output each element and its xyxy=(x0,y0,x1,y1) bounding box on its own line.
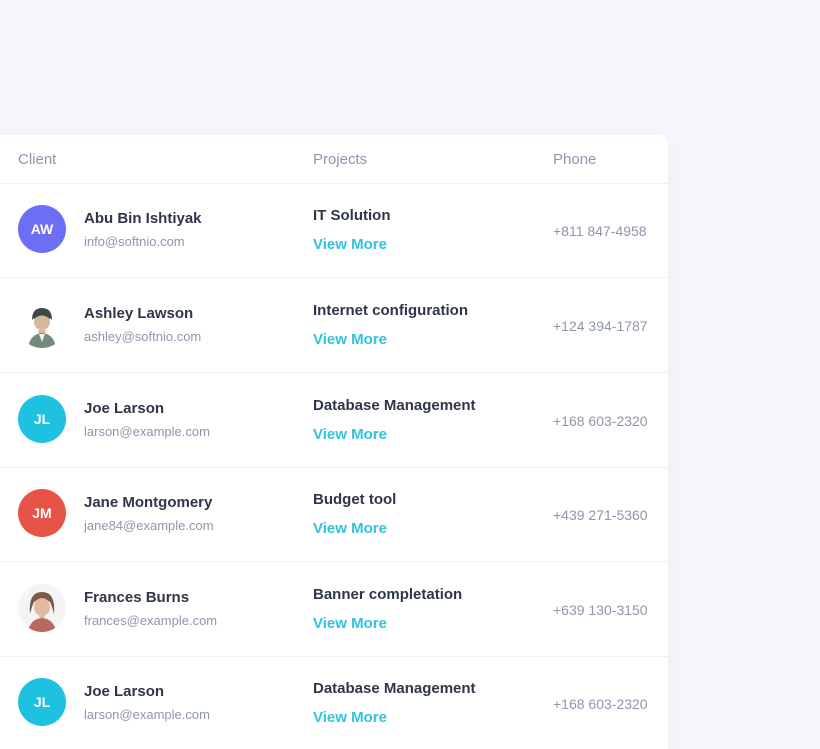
person-photo-female-icon xyxy=(18,584,66,632)
avatar: JM xyxy=(18,489,66,537)
table-row: Frances Burns frances@example.com Banner… xyxy=(0,562,668,657)
project-name: Budget tool xyxy=(313,491,397,508)
project-name: IT Solution xyxy=(313,207,391,224)
header-phone: Phone xyxy=(553,150,597,168)
client-phone: +168 603-2320 xyxy=(553,413,648,429)
client-phone: +168 603-2320 xyxy=(553,696,648,712)
client-email: ashley@softnio.com xyxy=(84,329,202,344)
table-row: JL Joe Larson larson@example.com Databas… xyxy=(0,656,668,749)
view-more-link[interactable]: View More xyxy=(313,615,387,632)
view-more-link[interactable]: View More xyxy=(313,236,387,253)
client-email: larson@example.com xyxy=(84,424,210,439)
client-email: jane84@example.com xyxy=(84,518,214,533)
table-row: AW Abu Bin Ishtiyak info@softnio.com IT … xyxy=(0,183,668,278)
client-name[interactable]: Abu Bin Ishtiyak xyxy=(84,210,202,227)
client-phone: +639 130-3150 xyxy=(553,602,648,618)
avatar: JL xyxy=(18,678,66,726)
client-phone: +439 271-5360 xyxy=(553,507,648,523)
person-photo-male-icon xyxy=(18,300,66,348)
client-name[interactable]: Ashley Lawson xyxy=(84,305,193,322)
view-more-link[interactable]: View More xyxy=(313,709,387,726)
project-name: Database Management xyxy=(313,680,476,697)
client-phone: +811 847-4958 xyxy=(553,223,647,239)
client-name[interactable]: Jane Montgomery xyxy=(84,494,212,511)
header-projects: Projects xyxy=(313,150,368,168)
view-more-link[interactable]: View More xyxy=(313,426,387,443)
project-name: Banner completation xyxy=(313,586,463,603)
avatar: JL xyxy=(18,395,66,443)
header-client: Client xyxy=(18,150,57,168)
client-email: larson@example.com xyxy=(84,707,210,722)
table-row: JM Jane Montgomery jane84@example.com Bu… xyxy=(0,467,668,562)
project-name: Internet configuration xyxy=(313,302,468,319)
view-more-link[interactable]: View More xyxy=(313,520,387,537)
clients-table: Client Projects Phone AW Abu Bin Ishtiya… xyxy=(0,135,668,749)
client-name[interactable]: Joe Larson xyxy=(84,683,164,700)
table-row: JL Joe Larson larson@example.com Databas… xyxy=(0,373,668,468)
client-name[interactable]: Frances Burns xyxy=(84,589,189,606)
table-header: Client Projects Phone xyxy=(0,135,668,184)
client-email: info@softnio.com xyxy=(84,234,185,249)
avatar: AW xyxy=(18,205,66,253)
avatar-initials: JL xyxy=(33,694,51,710)
client-email: frances@example.com xyxy=(84,613,218,628)
avatar-initials: JL xyxy=(33,411,51,427)
project-name: Database Management xyxy=(313,397,476,414)
avatar-initials: JM xyxy=(32,505,52,521)
avatar-initials: AW xyxy=(30,221,54,237)
view-more-link[interactable]: View More xyxy=(313,331,387,348)
client-phone: +124 394-1787 xyxy=(553,318,648,334)
table-row: Ashley Lawson ashley@softnio.com Interne… xyxy=(0,278,668,373)
client-name[interactable]: Joe Larson xyxy=(84,400,164,417)
